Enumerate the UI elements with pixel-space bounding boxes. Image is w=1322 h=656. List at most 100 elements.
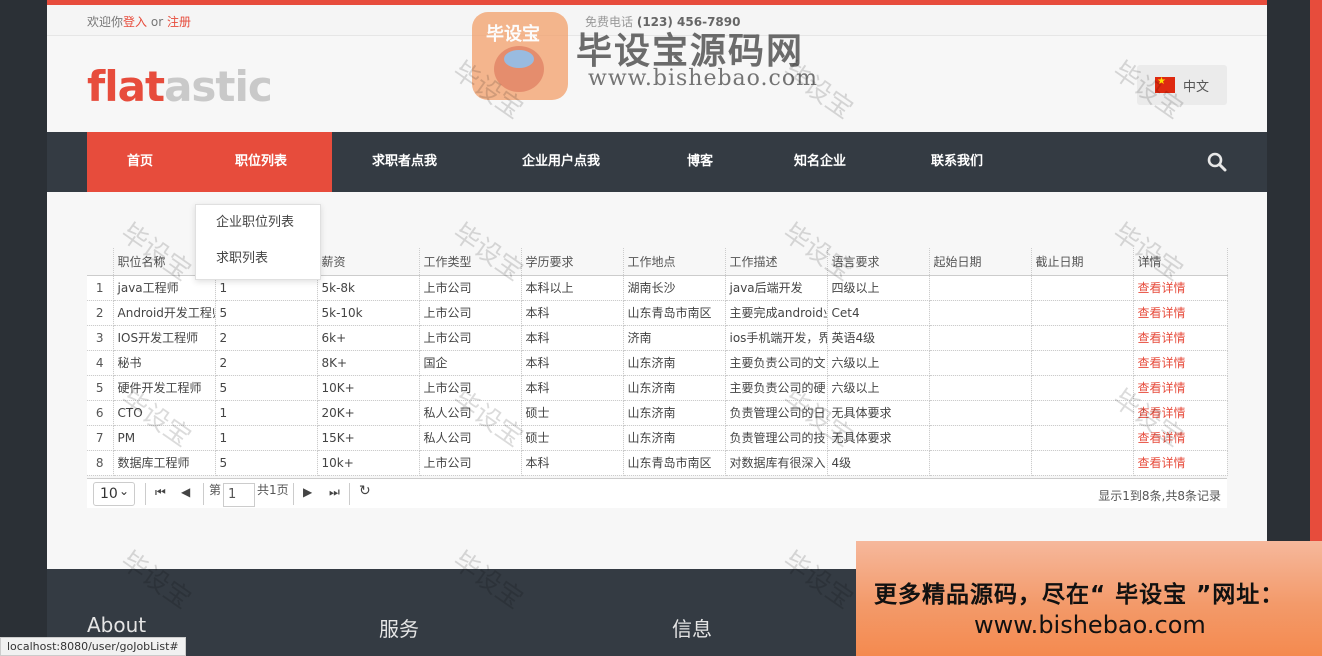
- column-header[interactable]: 起始日期: [929, 248, 1032, 276]
- login-link[interactable]: 登入: [123, 15, 147, 29]
- nav-item-job-list[interactable]: 职位列表: [235, 132, 287, 192]
- table-cell-end: [1031, 400, 1134, 426]
- table-cell-place: 山东青岛市南区: [623, 300, 726, 326]
- search-icon[interactable]: [1207, 152, 1227, 172]
- column-header[interactable]: 工作类型: [419, 248, 522, 276]
- table-cell-salary: 10k+: [317, 450, 420, 476]
- nav-active-highlight: [87, 132, 332, 192]
- table-cell-salary: 5k-10k: [317, 300, 420, 326]
- table-cell-lang: 英语4级: [827, 325, 930, 351]
- top-accent-line: [47, 0, 1267, 5]
- watermark-logo: 毕设宝: [472, 12, 568, 100]
- table-cell-lang: 四级以上: [827, 275, 930, 301]
- table-cell-idx: 7: [87, 425, 114, 451]
- language-switch[interactable]: 中文: [1137, 65, 1227, 105]
- table-cell-detail: 查看详情: [1133, 450, 1228, 476]
- nav-item-famous-companies[interactable]: 知名企业: [794, 132, 846, 192]
- table-cell-type: 上市公司: [419, 325, 522, 351]
- table-cell-edu: 本科: [521, 450, 624, 476]
- nav-item-contact[interactable]: 联系我们: [931, 132, 983, 192]
- table-cell-start: [929, 325, 1032, 351]
- table-cell-idx: 4: [87, 350, 114, 376]
- table-row[interactable]: 3 IOS开发工程师 2 6k+ 上市公司 本科 济南 ios手机端开发，界 英语4级 查看详情: [87, 325, 1228, 351]
- table-cell-lang: 六级以上: [827, 350, 930, 376]
- table-cell-detail: 查看详情: [1133, 300, 1228, 326]
- nav-item-home[interactable]: 首页: [127, 132, 153, 192]
- column-header[interactable]: 语言要求: [827, 248, 930, 276]
- china-flag-icon: [1154, 76, 1175, 93]
- table-cell-lang: 无具体要求: [827, 400, 930, 426]
- table-cell-detail: 查看详情: [1133, 400, 1228, 426]
- table-cell-detail: 查看详情: [1133, 375, 1228, 401]
- table-cell-end: [1031, 425, 1134, 451]
- table-cell-name: Android开发工程师: [113, 300, 216, 326]
- refresh-icon[interactable]: ↻: [359, 483, 371, 499]
- table-cell-idx: 3: [87, 325, 114, 351]
- table-cell-salary: 20K+: [317, 400, 420, 426]
- table-cell-desc: 负责管理公司的技: [725, 425, 828, 451]
- nav-item-job-seeker[interactable]: 求职者点我: [372, 132, 437, 192]
- table-cell-idx: 2: [87, 300, 114, 326]
- logo[interactable]: flatastic: [87, 62, 273, 111]
- table-row[interactable]: 2 Android开发工程师 5 5k-10k 上市公司 本科 山东青岛市南区 主要完成and…: [87, 300, 1228, 326]
- column-header[interactable]: 截止日期: [1031, 248, 1134, 276]
- dropdown-item-enterprise-jobs[interactable]: 企业职位列表: [196, 205, 320, 241]
- table-cell-start: [929, 350, 1032, 376]
- register-link[interactable]: 注册: [167, 15, 191, 29]
- view-detail-link[interactable]: 查看详情: [1138, 306, 1186, 320]
- table-cell-start: [929, 275, 1032, 301]
- prev-page-icon[interactable]: ◀: [181, 485, 190, 499]
- table-cell-count: 5: [215, 450, 318, 476]
- table-cell-place: 山东济南: [623, 425, 726, 451]
- nav-item-enterprise[interactable]: 企业用户点我: [522, 132, 600, 192]
- table-cell-idx: 1: [87, 275, 114, 301]
- table-cell-edu: 本科: [521, 300, 624, 326]
- column-header[interactable]: 工作描述: [725, 248, 828, 276]
- table-cell-type: 上市公司: [419, 450, 522, 476]
- table-row[interactable]: 8 数据库工程师 5 10k+ 上市公司 本科 山东青岛市南区 对数据库有很深入 4级 查看详情: [87, 450, 1228, 476]
- view-detail-link[interactable]: 查看详情: [1138, 456, 1186, 470]
- watermark-url: www.bishebao.com: [588, 66, 818, 91]
- table-cell-idx: 8: [87, 450, 114, 476]
- table-cell-name: 硬件开发工程师: [113, 375, 216, 401]
- column-header[interactable]: 学历要求: [521, 248, 624, 276]
- table-cell-type: 上市公司: [419, 275, 522, 301]
- dropdown-item-job-seekers[interactable]: 求职列表: [196, 241, 320, 277]
- table-cell-detail: 查看详情: [1133, 325, 1228, 351]
- view-detail-link[interactable]: 查看详情: [1138, 406, 1186, 420]
- table-row[interactable]: 6 CTO 1 20K+ 私人公司 硕士 山东济南 负责管理公司的日 无具体要求 查看详情: [87, 400, 1228, 426]
- table-cell-end: [1031, 350, 1134, 376]
- table-cell-count: 1: [215, 400, 318, 426]
- table-cell-edu: 硕士: [521, 400, 624, 426]
- column-header[interactable]: 薪资: [317, 248, 420, 276]
- view-detail-link[interactable]: 查看详情: [1138, 356, 1186, 370]
- table-cell-name: IOS开发工程师: [113, 325, 216, 351]
- pagination-info: 显示1到8条,共8条记录: [1098, 489, 1221, 503]
- table-cell-start: [929, 375, 1032, 401]
- column-header[interactable]: 工作地点: [623, 248, 726, 276]
- table-cell-salary: 10K+: [317, 375, 420, 401]
- view-detail-link[interactable]: 查看详情: [1138, 281, 1186, 295]
- welcome-text: 欢迎你登入 or 注册: [87, 13, 191, 30]
- job-list-dropdown: 企业职位列表 求职列表: [195, 204, 321, 280]
- table-cell-lang: 六级以上: [827, 375, 930, 401]
- footer-services-heading: 服务: [379, 617, 419, 641]
- table-cell-start: [929, 450, 1032, 476]
- table-row[interactable]: 7 PM 1 15K+ 私人公司 硕士 山东济南 负责管理公司的技 无具体要求 查看详情: [87, 425, 1228, 451]
- last-page-icon[interactable]: ⏭: [329, 485, 340, 500]
- view-detail-link[interactable]: 查看详情: [1138, 431, 1186, 445]
- page-size-select[interactable]: 10: [93, 480, 135, 506]
- nav-item-blog[interactable]: 博客: [687, 132, 713, 192]
- table-cell-start: [929, 425, 1032, 451]
- table-cell-name: 数据库工程师: [113, 450, 216, 476]
- view-detail-link[interactable]: 查看详情: [1138, 381, 1186, 395]
- view-detail-link[interactable]: 查看详情: [1138, 331, 1186, 345]
- first-page-icon[interactable]: ⏮: [155, 485, 166, 500]
- table-row[interactable]: 4 秘书 2 8K+ 国企 本科 山东济南 主要负责公司的文 六级以上 查看详情: [87, 350, 1228, 376]
- next-page-icon[interactable]: ▶: [303, 485, 312, 499]
- page-number-input[interactable]: 1: [223, 483, 255, 507]
- promo-banner[interactable]: 更多精品源码，尽在“ 毕设宝 ”网址： www.bishebao.com: [856, 541, 1322, 656]
- table-row[interactable]: 5 硬件开发工程师 5 10K+ 上市公司 本科 山东济南 主要负责公司的硬 六级以上 查看详情: [87, 375, 1228, 401]
- table-cell-edu: 本科: [521, 375, 624, 401]
- table-cell-lang: 4级: [827, 450, 930, 476]
